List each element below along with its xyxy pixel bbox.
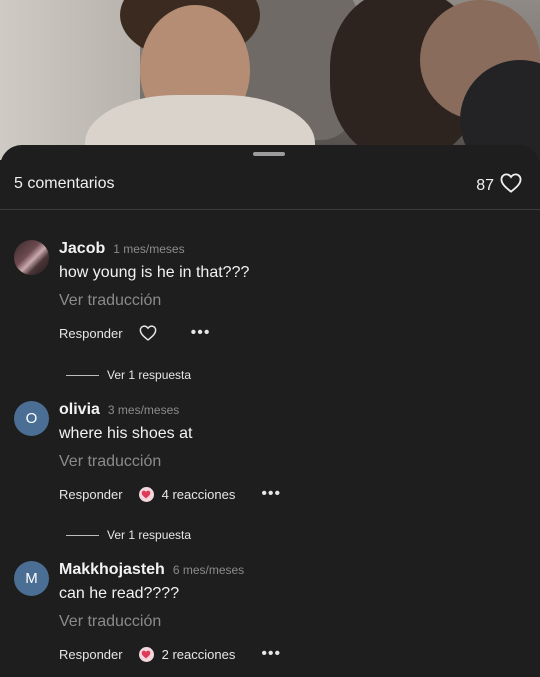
heart-outline-icon [139,325,156,341]
comment-time: 1 mes/meses [113,242,185,256]
background-photo [0,0,540,160]
view-replies-label: Ver 1 respuesta [107,368,192,382]
comment-text: where his shoes at [59,425,193,442]
reactions-button[interactable]: 2 reacciones [138,646,236,662]
avatar[interactable] [14,240,49,275]
reply-button[interactable]: Responder [59,326,123,341]
comments-header: 5 comentarios 87 [0,165,540,209]
comment-text: can he read???? [59,585,180,602]
avatar[interactable]: O [14,401,49,436]
view-replies-button[interactable]: Ver 1 respuesta [66,528,191,542]
see-translation-link[interactable]: Ver traducción [59,453,161,471]
comment-author[interactable]: Jacob [59,240,105,258]
comment-author[interactable]: Makkhojasteh [59,561,165,579]
view-replies-label: Ver 1 respuesta [107,528,192,542]
reaction-count: 4 reacciones [161,486,236,502]
comment-text: how young is he in that??? [59,264,250,281]
avatar-letter: O [25,410,38,427]
heart-outline-icon [500,173,522,198]
comment-actions: Responder ••• [59,324,210,342]
reactions-button[interactable]: 4 reacciones [138,486,236,502]
comment-count: 5 comentarios [14,175,115,192]
like-comment-button[interactable] [139,325,157,341]
like-count: 87 [476,176,494,194]
comment-author[interactable]: olivia [59,401,100,419]
avatar-letter: M [25,570,38,587]
heart-reaction-icon [138,486,154,502]
see-translation-link[interactable]: Ver traducción [59,292,161,310]
comment-time: 6 mes/meses [172,563,245,577]
comment-time: 3 mes/meses [107,403,180,417]
comments-sheet: 5 comentarios 87 Jacob 1 mes/meses how y… [0,145,540,677]
comment-actions: Responder 4 reacciones ••• [59,485,281,503]
comment-actions: Responder 2 reacciones ••• [59,645,281,663]
heart-reaction-icon [138,646,154,662]
see-translation-link[interactable]: Ver traducción [59,613,161,631]
more-options-icon[interactable]: ••• [261,486,281,502]
avatar[interactable]: M [14,561,49,596]
more-options-icon[interactable]: ••• [261,646,281,662]
more-options-icon[interactable]: ••• [191,325,211,341]
like-button[interactable]: 87 [476,173,522,198]
reaction-count: 2 reacciones [161,646,236,662]
reply-button[interactable]: Responder [59,487,123,502]
sheet-drag-handle[interactable] [253,152,285,156]
header-divider [0,209,540,210]
reply-button[interactable]: Responder [59,647,123,662]
view-replies-button[interactable]: Ver 1 respuesta [66,368,191,382]
